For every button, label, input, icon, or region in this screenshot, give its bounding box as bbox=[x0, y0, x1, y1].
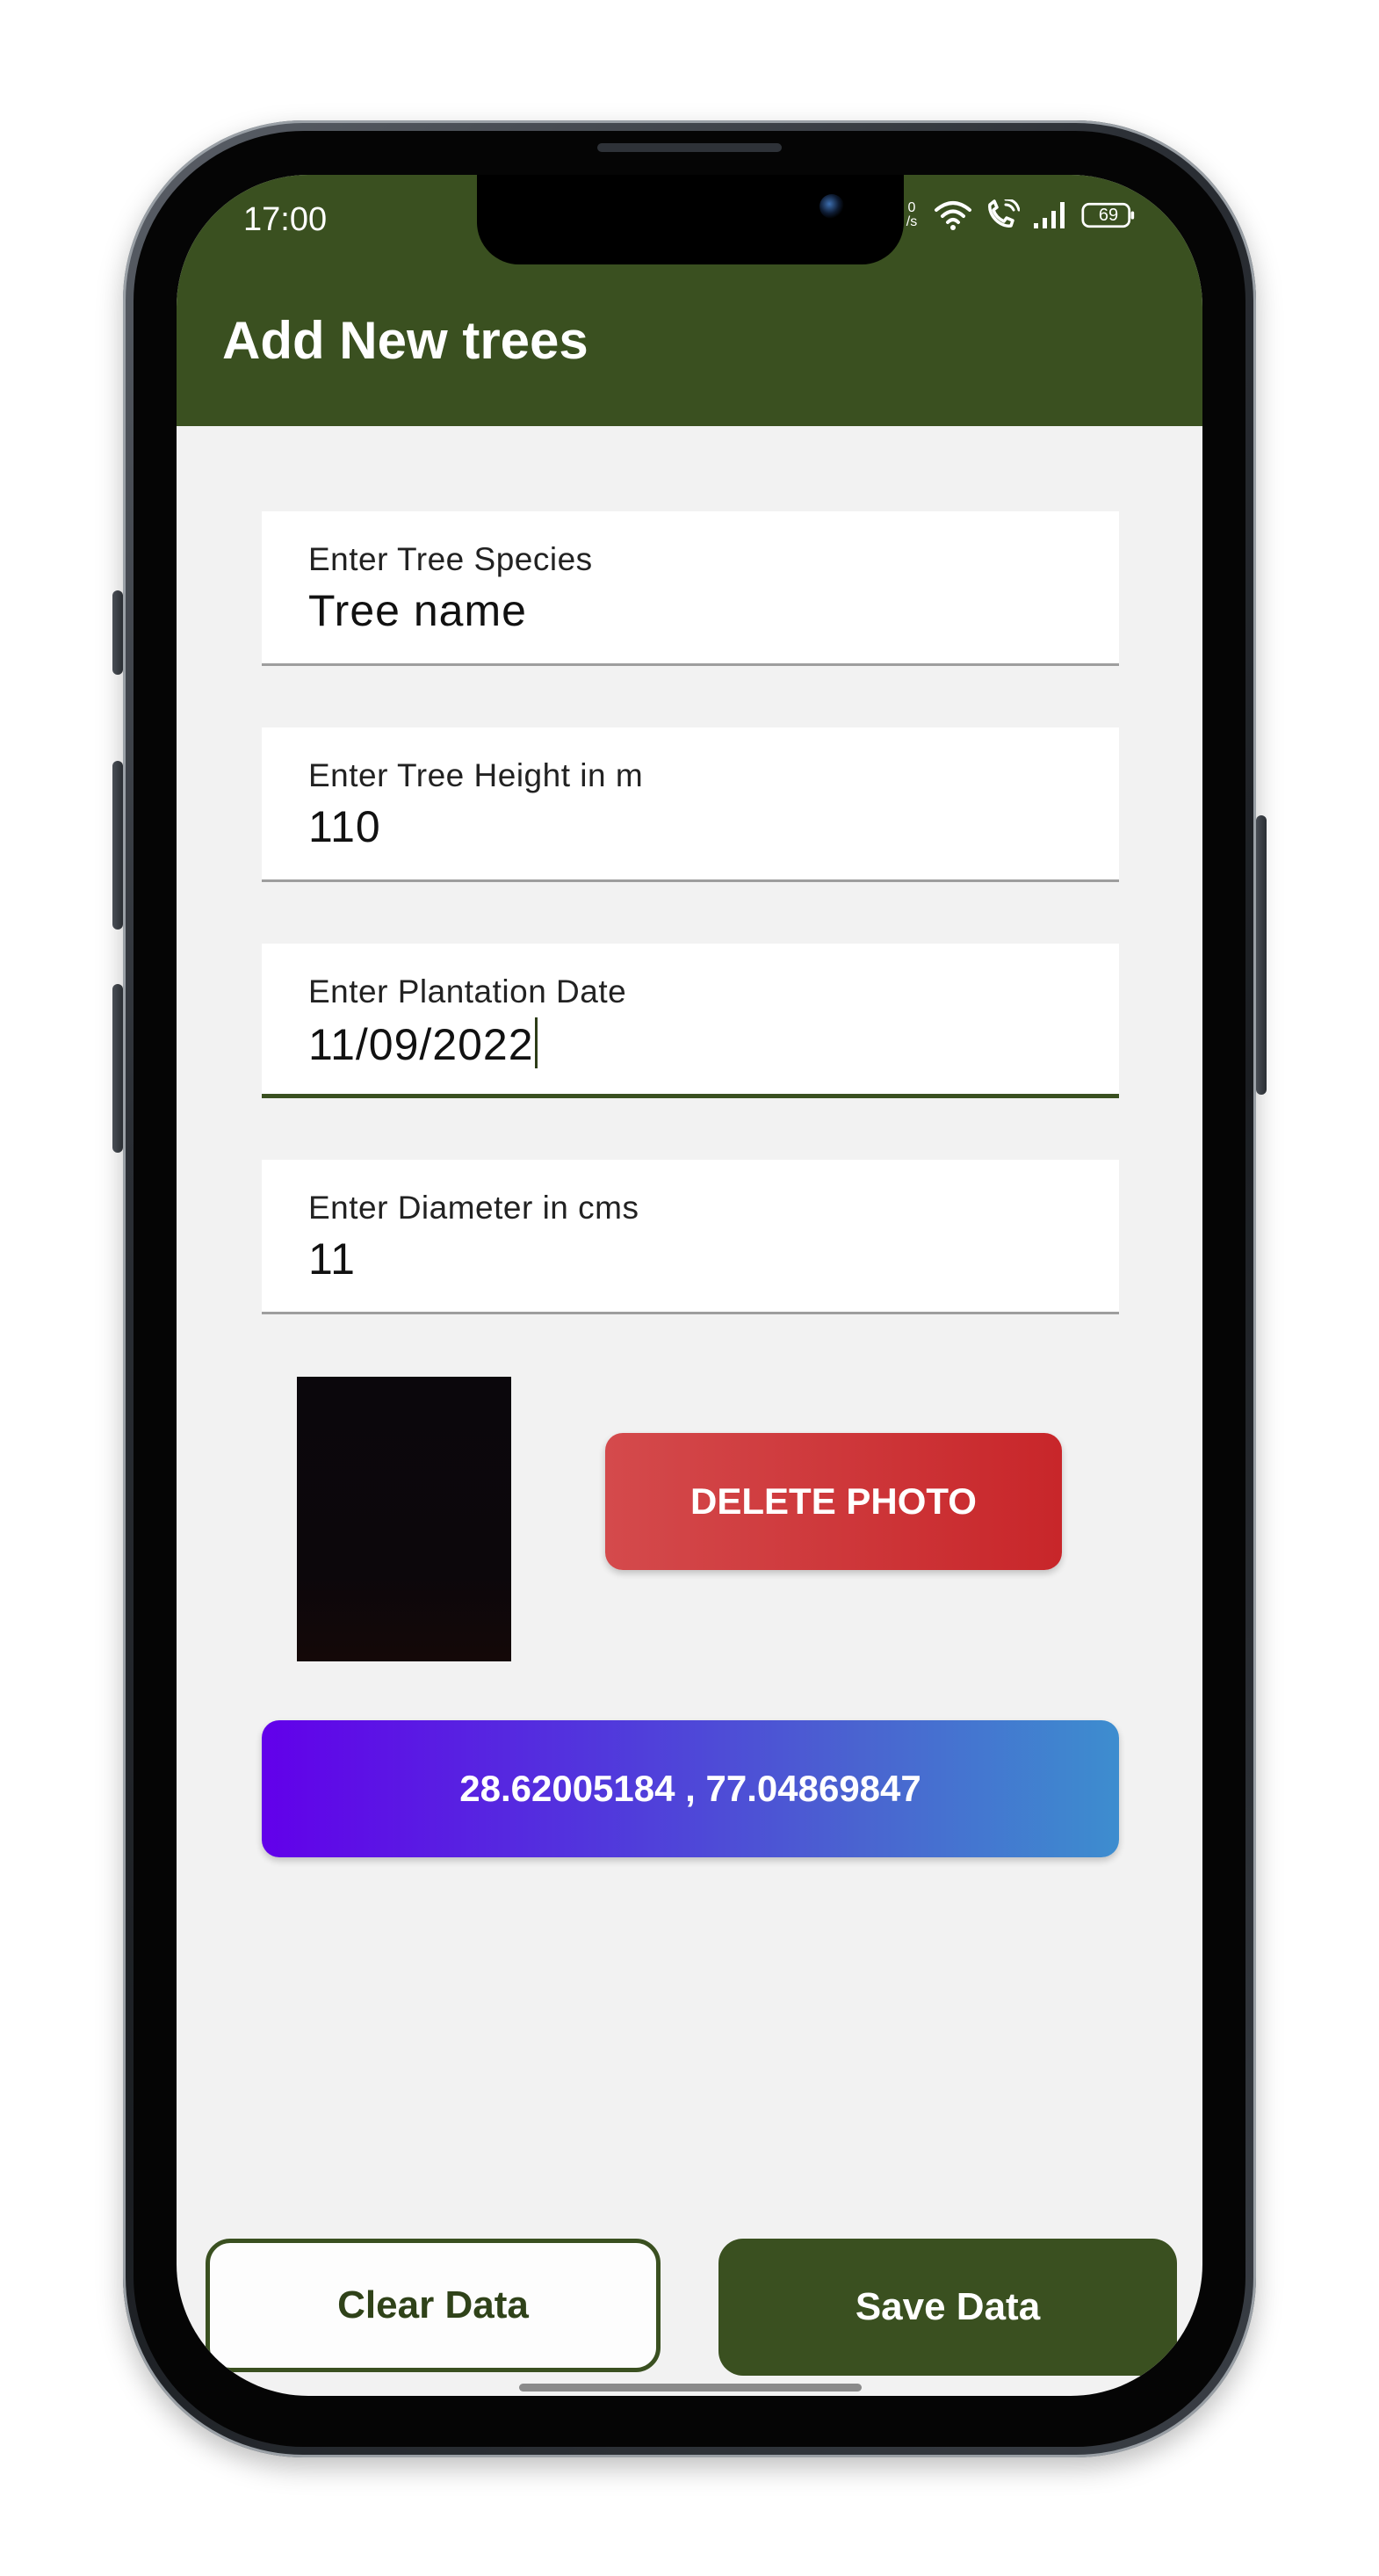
wifi-icon bbox=[935, 201, 971, 230]
front-camera-icon bbox=[819, 194, 844, 219]
diameter-input[interactable]: 11 bbox=[308, 1234, 356, 1284]
save-data-button[interactable]: Save Data bbox=[718, 2239, 1177, 2376]
network-speed-value: 0 bbox=[907, 200, 916, 215]
mute-switch bbox=[112, 590, 123, 675]
screen: 17:00 0 /s 69 Add New trees Enter Tree S… bbox=[177, 175, 1202, 2396]
network-speed-unit: /s bbox=[906, 214, 918, 229]
delete-photo-button[interactable]: DELETE PHOTO bbox=[605, 1433, 1062, 1570]
wifi-calling-icon bbox=[988, 199, 1020, 228]
tree-species-field[interactable]: Enter Tree Species Tree name bbox=[262, 511, 1119, 666]
battery-level: 69 bbox=[1098, 206, 1119, 225]
power-button bbox=[1256, 815, 1267, 1095]
network-speed-indicator: 0 /s bbox=[902, 201, 921, 229]
volume-up-button bbox=[112, 761, 123, 930]
tree-height-input[interactable]: 110 bbox=[308, 801, 381, 852]
tree-species-label: Enter Tree Species bbox=[308, 541, 593, 577]
plantation-date-field[interactable]: Enter Plantation Date 11/09/2022 bbox=[262, 944, 1119, 1098]
signal-icon bbox=[1034, 202, 1065, 228]
notch bbox=[477, 175, 904, 264]
plantation-date-label: Enter Plantation Date bbox=[308, 973, 627, 1009]
speaker-slot bbox=[597, 143, 782, 152]
volume-down-button bbox=[112, 984, 123, 1153]
tree-species-input[interactable]: Tree name bbox=[308, 585, 527, 636]
diameter-label: Enter Diameter in cms bbox=[308, 1190, 639, 1226]
tree-photo-thumbnail[interactable] bbox=[297, 1377, 511, 1661]
text-cursor bbox=[534, 1017, 538, 1068]
clear-data-button[interactable]: Clear Data bbox=[206, 2239, 661, 2372]
tree-height-label: Enter Tree Height in m bbox=[308, 757, 644, 793]
app-bar: 17:00 0 /s 69 Add New trees bbox=[177, 175, 1202, 426]
battery-icon: 69 bbox=[1081, 201, 1141, 229]
plantation-date-input[interactable]: 11/09/2022 bbox=[308, 1017, 538, 1070]
status-time: 17:00 bbox=[243, 201, 328, 238]
diameter-field[interactable]: Enter Diameter in cms 11 bbox=[262, 1160, 1119, 1314]
home-indicator[interactable] bbox=[519, 2384, 862, 2391]
tree-height-field[interactable]: Enter Tree Height in m 110 bbox=[262, 727, 1119, 882]
location-coordinates-button[interactable]: 28.62005184 , 77.04869847 bbox=[262, 1720, 1119, 1857]
plantation-date-value: 11/09/2022 bbox=[308, 1020, 534, 1069]
page-title: Add New trees bbox=[222, 311, 588, 370]
status-icons: 0 /s 69 bbox=[902, 199, 1141, 231]
